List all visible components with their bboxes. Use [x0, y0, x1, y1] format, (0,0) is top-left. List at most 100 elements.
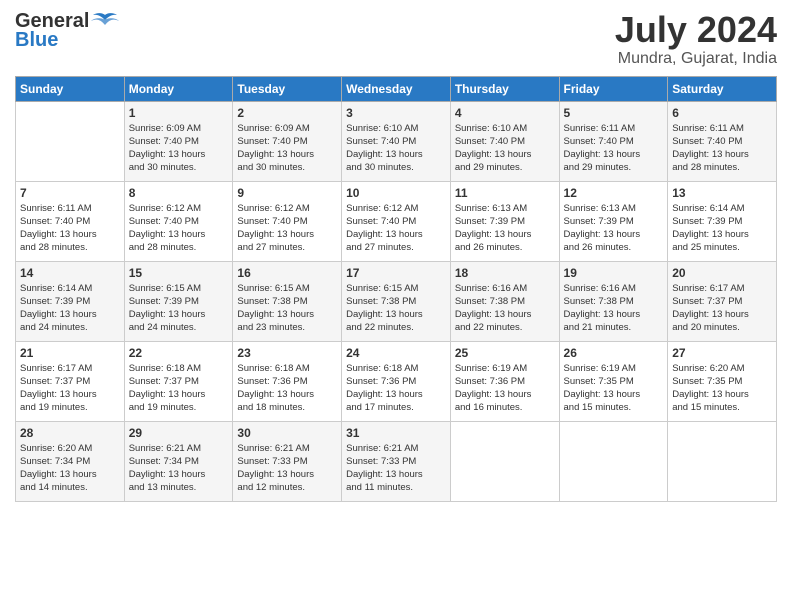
calendar-cell: 22Sunrise: 6:18 AM Sunset: 7:37 PM Dayli… — [124, 341, 233, 421]
calendar-table: Sunday Monday Tuesday Wednesday Thursday… — [15, 76, 777, 502]
calendar-cell — [450, 421, 559, 501]
calendar-cell: 26 Sunrise: 6:19 AM Sunset: 7:35 PM Dayli… — [559, 341, 668, 421]
col-thursday: Thursday — [450, 76, 559, 101]
day-number: 8 — [129, 186, 229, 200]
col-tuesday: Tuesday — [233, 76, 342, 101]
calendar-cell: 17Sunrise: 6:15 AM Sunset: 7:38 PM Dayli… — [342, 261, 451, 341]
day-info: Sunrise: 6:11 AM Sunset: 7:40 PM Dayligh… — [20, 202, 120, 255]
day-info: Sunrise: 6:21 AM Sunset: 7:33 PM Dayligh… — [346, 442, 446, 495]
calendar-cell: 1 Sunrise: 6:09 AM Sunset: 7:40 PM Daylig… — [124, 101, 233, 181]
day-number: 29 — [129, 426, 229, 440]
calendar-cell: 25 Sunrise: 6:19 AM Sunset: 7:36 PM Dayli… — [450, 341, 559, 421]
calendar-cell — [668, 421, 777, 501]
day-number: 3 — [346, 106, 446, 120]
calendar-cell: 4 Sunrise: 6:10 AM Sunset: 7:40 PM Daylig… — [450, 101, 559, 181]
calendar-cell: 12 Sunrise: 6:13 AM Sunset: 7:39 PM Dayli… — [559, 181, 668, 261]
day-info: Sunrise: 6:09 AM Sunset: 7:40 PM Dayligh… — [237, 122, 337, 175]
day-info: Sunrise: 6:09 AM Sunset: 7:40 PM Dayligh… — [129, 122, 229, 175]
day-info: Sunrise: 6:13 AM Sunset: 7:39 PM Dayligh… — [564, 202, 664, 255]
calendar-week-2: 7Sunrise: 6:11 AM Sunset: 7:40 PM Daylig… — [16, 181, 777, 261]
day-number: 10 — [346, 186, 446, 200]
day-number: 17 — [346, 266, 446, 280]
calendar-cell: 11 Sunrise: 6:13 AM Sunset: 7:39 PM Dayli… — [450, 181, 559, 261]
calendar-cell: 6 Sunrise: 6:11 AM Sunset: 7:40 PM Daylig… — [668, 101, 777, 181]
day-number: 23 — [237, 346, 337, 360]
day-number: 30 — [237, 426, 337, 440]
day-info: Sunrise: 6:19 AM Sunset: 7:36 PM Dayligh… — [455, 362, 555, 415]
day-number: 28 — [20, 426, 120, 440]
day-info: Sunrise: 6:20 AM Sunset: 7:35 PM Dayligh… — [672, 362, 772, 415]
day-number: 14 — [20, 266, 120, 280]
calendar-cell: 21Sunrise: 6:17 AM Sunset: 7:37 PM Dayli… — [16, 341, 125, 421]
day-number: 2 — [237, 106, 337, 120]
calendar-cell: 16Sunrise: 6:15 AM Sunset: 7:38 PM Dayli… — [233, 261, 342, 341]
page-header: General Blue July 2024 Mundra, Gujarat, … — [15, 10, 777, 68]
day-number: 18 — [455, 266, 555, 280]
calendar-cell: 28Sunrise: 6:20 AM Sunset: 7:34 PM Dayli… — [16, 421, 125, 501]
header-row: Sunday Monday Tuesday Wednesday Thursday… — [16, 76, 777, 101]
calendar-cell: 9Sunrise: 6:12 AM Sunset: 7:40 PM Daylig… — [233, 181, 342, 261]
month-title: July 2024 — [615, 10, 777, 50]
col-saturday: Saturday — [668, 76, 777, 101]
day-number: 12 — [564, 186, 664, 200]
calendar-cell: 19 Sunrise: 6:16 AM Sunset: 7:38 PM Dayli… — [559, 261, 668, 341]
calendar-cell: 20Sunrise: 6:17 AM Sunset: 7:37 PM Dayli… — [668, 261, 777, 341]
col-friday: Friday — [559, 76, 668, 101]
day-number: 22 — [129, 346, 229, 360]
calendar-cell — [559, 421, 668, 501]
col-monday: Monday — [124, 76, 233, 101]
calendar-cell: 31 Sunrise: 6:21 AM Sunset: 7:33 PM Dayli… — [342, 421, 451, 501]
day-number: 6 — [672, 106, 772, 120]
day-number: 5 — [564, 106, 664, 120]
day-number: 16 — [237, 266, 337, 280]
day-number: 13 — [672, 186, 772, 200]
day-number: 4 — [455, 106, 555, 120]
day-number: 15 — [129, 266, 229, 280]
day-info: Sunrise: 6:11 AM Sunset: 7:40 PM Dayligh… — [564, 122, 664, 175]
calendar-cell: 18Sunrise: 6:16 AM Sunset: 7:38 PM Dayli… — [450, 261, 559, 341]
day-info: Sunrise: 6:12 AM Sunset: 7:40 PM Dayligh… — [346, 202, 446, 255]
calendar-week-3: 14 Sunrise: 6:14 AM Sunset: 7:39 PM Dayli… — [16, 261, 777, 341]
day-number: 1 — [129, 106, 229, 120]
day-number: 31 — [346, 426, 446, 440]
calendar-cell: 15Sunrise: 6:15 AM Sunset: 7:39 PM Dayli… — [124, 261, 233, 341]
calendar-cell: 29 Sunrise: 6:21 AM Sunset: 7:34 PM Dayli… — [124, 421, 233, 501]
day-number: 25 — [455, 346, 555, 360]
logo-bird-icon — [91, 11, 119, 33]
title-block: July 2024 Mundra, Gujarat, India — [615, 10, 777, 68]
logo: General Blue — [15, 10, 119, 52]
day-info: Sunrise: 6:16 AM Sunset: 7:38 PM Dayligh… — [564, 282, 664, 335]
day-number: 24 — [346, 346, 446, 360]
day-info: Sunrise: 6:13 AM Sunset: 7:39 PM Dayligh… — [455, 202, 555, 255]
day-info: Sunrise: 6:14 AM Sunset: 7:39 PM Dayligh… — [20, 282, 120, 335]
day-info: Sunrise: 6:10 AM Sunset: 7:40 PM Dayligh… — [455, 122, 555, 175]
day-info: Sunrise: 6:21 AM Sunset: 7:34 PM Dayligh… — [129, 442, 229, 495]
day-info: Sunrise: 6:10 AM Sunset: 7:40 PM Dayligh… — [346, 122, 446, 175]
calendar-cell: 24 Sunrise: 6:18 AM Sunset: 7:36 PM Dayli… — [342, 341, 451, 421]
page-container: General Blue July 2024 Mundra, Gujarat, … — [0, 0, 792, 512]
calendar-cell: 13 Sunrise: 6:14 AM Sunset: 7:39 PM Dayli… — [668, 181, 777, 261]
day-number: 11 — [455, 186, 555, 200]
day-info: Sunrise: 6:17 AM Sunset: 7:37 PM Dayligh… — [20, 362, 120, 415]
day-info: Sunrise: 6:18 AM Sunset: 7:36 PM Dayligh… — [237, 362, 337, 415]
calendar-cell: 10 Sunrise: 6:12 AM Sunset: 7:40 PM Dayli… — [342, 181, 451, 261]
day-number: 9 — [237, 186, 337, 200]
day-info: Sunrise: 6:21 AM Sunset: 7:33 PM Dayligh… — [237, 442, 337, 495]
calendar-cell: 7Sunrise: 6:11 AM Sunset: 7:40 PM Daylig… — [16, 181, 125, 261]
calendar-week-1: 1 Sunrise: 6:09 AM Sunset: 7:40 PM Daylig… — [16, 101, 777, 181]
day-number: 27 — [672, 346, 772, 360]
calendar-cell: 2 Sunrise: 6:09 AM Sunset: 7:40 PM Daylig… — [233, 101, 342, 181]
calendar-cell: 27 Sunrise: 6:20 AM Sunset: 7:35 PM Dayli… — [668, 341, 777, 421]
day-info: Sunrise: 6:12 AM Sunset: 7:40 PM Dayligh… — [129, 202, 229, 255]
day-number: 19 — [564, 266, 664, 280]
col-sunday: Sunday — [16, 76, 125, 101]
day-info: Sunrise: 6:11 AM Sunset: 7:40 PM Dayligh… — [672, 122, 772, 175]
day-info: Sunrise: 6:18 AM Sunset: 7:36 PM Dayligh… — [346, 362, 446, 415]
day-number: 26 — [564, 346, 664, 360]
calendar-cell: 14 Sunrise: 6:14 AM Sunset: 7:39 PM Dayli… — [16, 261, 125, 341]
calendar-cell: 5 Sunrise: 6:11 AM Sunset: 7:40 PM Daylig… — [559, 101, 668, 181]
day-number: 20 — [672, 266, 772, 280]
calendar-week-4: 21Sunrise: 6:17 AM Sunset: 7:37 PM Dayli… — [16, 341, 777, 421]
day-info: Sunrise: 6:14 AM Sunset: 7:39 PM Dayligh… — [672, 202, 772, 255]
day-info: Sunrise: 6:19 AM Sunset: 7:35 PM Dayligh… — [564, 362, 664, 415]
